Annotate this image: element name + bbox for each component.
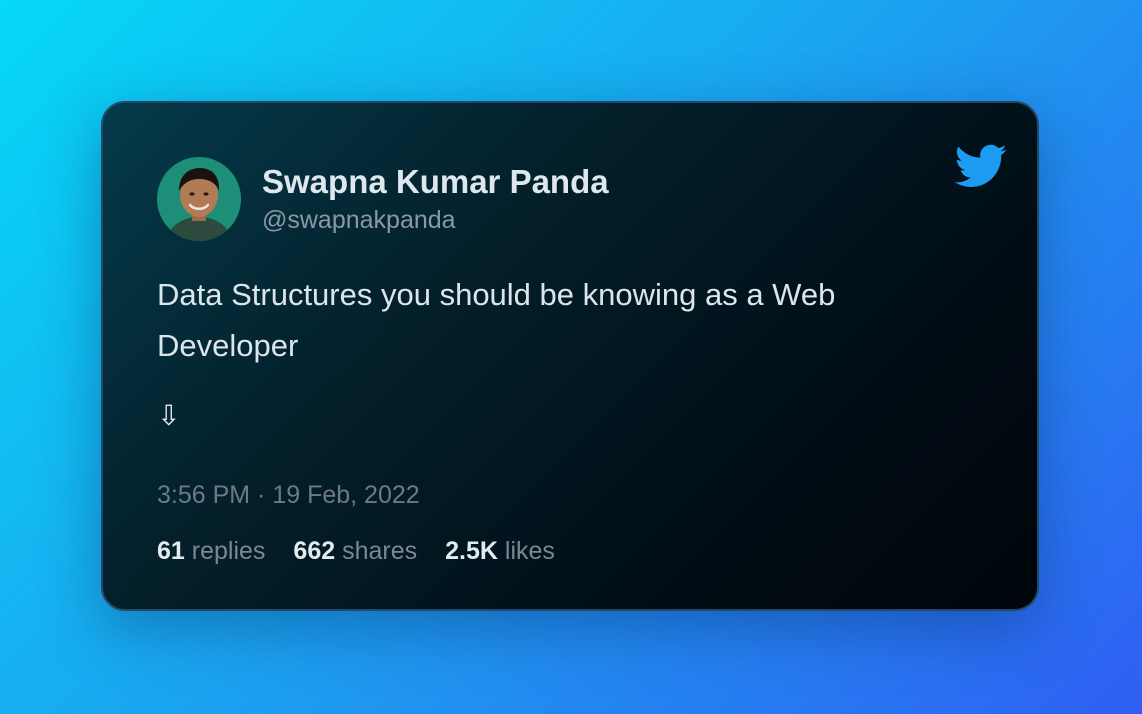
shares-stat[interactable]: 662 shares bbox=[293, 537, 417, 566]
shares-count: 662 bbox=[293, 537, 336, 565]
avatar[interactable] bbox=[157, 157, 241, 241]
tweet-stats: 61 replies 662 shares 2.5K likes bbox=[157, 537, 555, 566]
tweet-timestamp[interactable]: 3:56 PM · 19 Feb, 2022 bbox=[157, 481, 420, 510]
tweet-text: Data Structures you should be knowing as… bbox=[157, 277, 836, 363]
replies-stat[interactable]: 61 replies bbox=[157, 537, 265, 566]
twitter-bird-glyph bbox=[954, 144, 1007, 187]
shares-label: shares bbox=[342, 537, 418, 565]
avatar-photo bbox=[157, 157, 241, 241]
likes-stat[interactable]: 2.5K likes bbox=[445, 537, 555, 566]
author-name[interactable]: Swapna Kumar Panda bbox=[262, 163, 609, 201]
down-arrow-icon: ⇩ bbox=[157, 399, 181, 432]
replies-label: replies bbox=[191, 537, 266, 565]
twitter-bird-icon[interactable] bbox=[954, 144, 1008, 188]
author-handle[interactable]: @swapnakpanda bbox=[262, 206, 456, 235]
replies-count: 61 bbox=[157, 537, 185, 565]
likes-count: 2.5K bbox=[445, 537, 498, 565]
tweet-card: Swapna Kumar Panda @swapnakpanda Data St… bbox=[101, 101, 1039, 611]
likes-label: likes bbox=[504, 537, 555, 565]
